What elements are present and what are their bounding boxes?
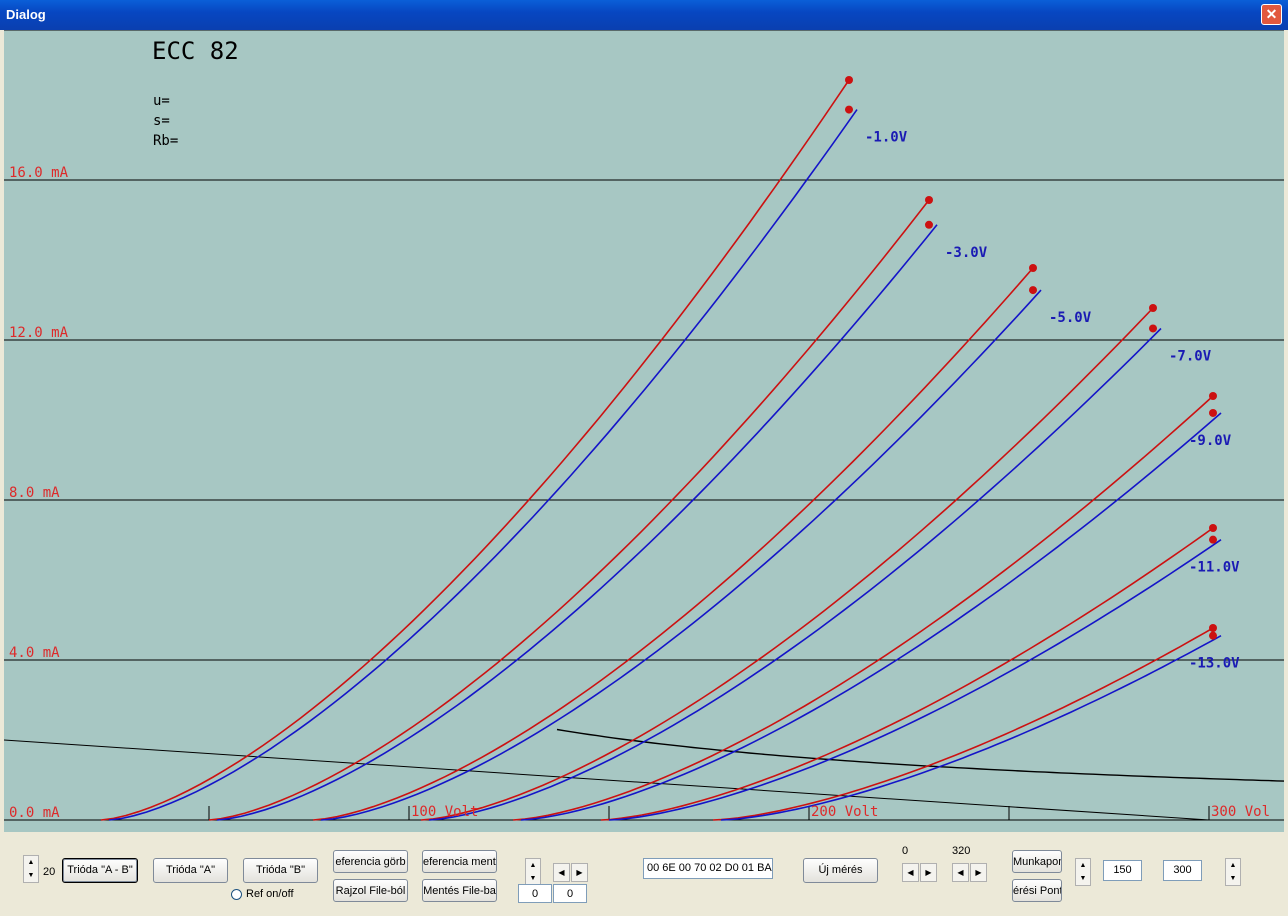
grid-voltage-label: -11.0V <box>1189 560 1240 576</box>
field-d[interactable]: 300 <box>1163 860 1202 881</box>
reference-endpoint <box>1209 392 1217 400</box>
ref-toggle-radio[interactable] <box>231 889 242 900</box>
voltage-label: 300 Vol <box>1211 804 1270 820</box>
min-right-arrow-icon[interactable]: ▶ <box>920 863 937 882</box>
max-left-arrow-icon[interactable]: ◀ <box>952 863 969 882</box>
field-c[interactable]: 150 <box>1103 860 1142 881</box>
measured-curve <box>608 539 1222 821</box>
reference-curve <box>312 267 1034 821</box>
left-arrow-icon[interactable]: ◀ <box>553 863 570 882</box>
reference-endpoint <box>1209 624 1217 632</box>
reference-endpoint <box>1149 304 1157 312</box>
reference-endpoint <box>1029 264 1037 272</box>
trioda-a-button[interactable]: Trióda "A" <box>153 858 228 883</box>
workpoint-button[interactable]: Munkapon <box>1012 850 1062 873</box>
spin-down-icon[interactable]: ▼ <box>1226 872 1240 885</box>
max-right-arrow-icon[interactable]: ▶ <box>970 863 987 882</box>
title-bar: Dialog ✕ <box>0 0 1288 30</box>
save-to-file-button[interactable]: Mentés File-ba <box>422 879 497 902</box>
hex-data-field[interactable]: 00 6E 00 70 02 D0 01 BA <box>643 858 773 879</box>
measure-point-button[interactable]: érési Pont <box>1012 879 1062 902</box>
voltage-label: 100 Volt <box>411 804 478 820</box>
trioda-ab-button[interactable]: Trióda "A - B" <box>62 858 138 883</box>
range-spinner-1[interactable]: ▲ ▼ <box>1075 858 1091 886</box>
reference-curve <box>420 307 1154 821</box>
load-line <box>4 739 1210 821</box>
measured-endpoint <box>1209 631 1217 640</box>
current-label: 12.0 mA <box>9 325 69 341</box>
param-s: s= <box>153 113 170 129</box>
grid-voltage-label: -3.0V <box>945 245 988 261</box>
min-left-arrow-icon[interactable]: ◀ <box>902 863 919 882</box>
field-b[interactable]: 0 <box>553 884 587 903</box>
measured-endpoint <box>1149 324 1157 333</box>
reference-curve <box>600 527 1214 821</box>
window-title: Dialog <box>6 7 46 22</box>
voltage-label: 200 Volt <box>811 804 878 820</box>
spin-up-icon[interactable]: ▲ <box>526 859 540 872</box>
measured-endpoint <box>845 105 853 114</box>
current-label: 4.0 mA <box>9 645 60 661</box>
measured-endpoint <box>925 220 933 229</box>
new-measurement-button[interactable]: Új mérés <box>803 858 878 883</box>
measured-curve <box>520 412 1222 821</box>
current-label: 8.0 mA <box>9 485 60 501</box>
grid-voltage-label: -5.0V <box>1049 310 1092 326</box>
range-max-label: 320 <box>952 845 971 857</box>
grid-voltage-label: -13.0V <box>1189 656 1240 672</box>
spin-down-icon[interactable]: ▼ <box>1076 872 1090 885</box>
measured-endpoint <box>1209 535 1217 544</box>
measured-endpoint <box>1029 286 1037 295</box>
grid-voltage-label: -1.0V <box>865 130 908 146</box>
ref-curve-button[interactable]: eferencia görb <box>333 850 408 873</box>
param-u: u= <box>153 93 170 109</box>
measured-curve <box>320 289 1042 821</box>
grid-voltage-label: -9.0V <box>1189 433 1232 449</box>
grid-voltage-label: -7.0V <box>1169 348 1212 364</box>
reference-endpoint <box>925 196 933 204</box>
measured-curve <box>108 109 858 821</box>
spin-value: 20 <box>43 866 56 878</box>
spin-up-icon[interactable]: ▲ <box>1076 859 1090 872</box>
measured-endpoint <box>1209 408 1217 417</box>
field-a[interactable]: 0 <box>518 884 552 903</box>
draw-from-file-button[interactable]: Rajzol File-ból <box>333 879 408 902</box>
measured-curve <box>216 224 938 821</box>
measured-curve <box>428 327 1162 821</box>
right-arrow-icon[interactable]: ▶ <box>571 863 588 882</box>
trioda-b-button[interactable]: Trióda "B" <box>243 858 318 883</box>
spin-up-icon[interactable]: ▲ <box>1226 859 1240 872</box>
current-label: 0.0 mA <box>9 805 60 821</box>
param-rb: Rb= <box>153 133 179 149</box>
range-spinner-2[interactable]: ▲ ▼ <box>1225 858 1241 886</box>
ref-save-button[interactable]: eferencia mentő <box>422 850 497 873</box>
spin-up-icon[interactable]: ▲ <box>24 856 38 869</box>
spin-down-icon[interactable]: ▼ <box>24 869 38 882</box>
reference-curve <box>208 199 930 821</box>
current-label: 16.0 mA <box>9 165 69 181</box>
characteristic-chart: 16.0 mA 12.0 mA 8.0 mA 4.0 mA 0.0 mA 100 Volt… <box>4 76 1284 821</box>
tube-name: ECC 82 <box>152 37 239 65</box>
value-spinner[interactable]: ▲ ▼ <box>23 855 39 883</box>
close-button[interactable]: ✕ <box>1261 4 1282 25</box>
offset-spinner[interactable]: ▲ ▼ <box>525 858 541 886</box>
range-min-label: 0 <box>902 845 909 857</box>
reference-endpoint <box>845 76 853 84</box>
reference-endpoint <box>1209 524 1217 532</box>
plot-area: 16.0 mA 12.0 mA 8.0 mA 4.0 mA 0.0 mA 100 Volt… <box>4 30 1284 832</box>
ref-toggle-label: Ref on/off <box>246 888 294 900</box>
reference-curve <box>100 79 850 821</box>
